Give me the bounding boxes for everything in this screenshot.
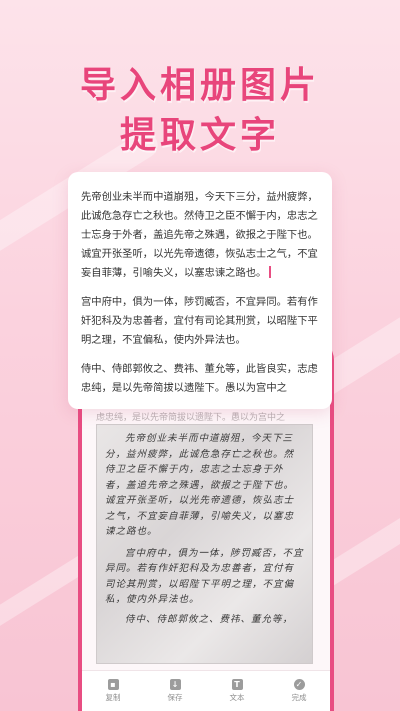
copy-button[interactable]: ▪ 复制 (88, 679, 138, 703)
done-button[interactable]: ✓ 完成 (274, 679, 324, 703)
save-button[interactable]: ↓ 保存 (150, 679, 200, 703)
tab-label: 复制 (105, 693, 121, 702)
faded-text-line: 虑忠纯，是以先帝简拔以遗陛下。愚以为宫中之 (96, 413, 286, 423)
text-icon: T (231, 679, 243, 690)
scanned-paper-image: 先帝创业未半而中道崩殂，今天下三分，益州疲弊，此诚危急存亡之秋也。然侍卫之臣不懈… (96, 424, 313, 664)
tab-label: 完成 (291, 693, 307, 702)
check-icon: ✓ (293, 679, 305, 690)
text-cursor (269, 266, 271, 278)
paper-paragraph: 先帝创业未半而中道崩殂，今天下三分，益州疲弊，此诚危急存亡之秋也。然侍卫之臣不懈… (105, 433, 295, 537)
text-button[interactable]: T 文本 (212, 679, 262, 703)
download-icon: ↓ (169, 679, 181, 690)
paper-paragraph: 侍中、侍郎郭攸之、费祎、董允等， (125, 613, 294, 625)
bottom-toolbar: ▪ 复制 ↓ 保存 T 文本 ✓ 完成 (82, 670, 330, 711)
extracted-paragraph[interactable]: 先帝创业未半而中道崩殂，今天下三分，益州疲弊，此诚危急存亡之秋也。然侍卫之臣不懈… (81, 188, 319, 283)
headline-line-2: 提取文字 (119, 115, 280, 156)
extracted-paragraph[interactable]: 侍中、侍郎郭攸之、费祎、董允等，此皆良实，志虑忠纯，是以先帝简拔以遗陛下。愚以为… (81, 360, 319, 398)
tab-label: 文本 (229, 693, 245, 702)
tab-label: 保存 (167, 693, 183, 702)
paper-paragraph: 宫中府中，俱为一体，陟罚臧否，不宜异同。若有作奸犯科及为忠善者，宜付有司论其刑赏… (105, 547, 304, 606)
extracted-text-card[interactable]: 先帝创业未半而中道崩殂，今天下三分，益州疲弊，此诚危急存亡之秋也。然侍卫之臣不懈… (68, 172, 332, 409)
copy-icon: ▪ (107, 679, 119, 690)
extracted-paragraph[interactable]: 宫中府中，俱为一体，陟罚臧否，不宜异同。若有作奸犯科及为忠善者，宜付有司论其刑赏… (81, 293, 319, 350)
headline-line-1: 导入相册图片 (79, 65, 320, 106)
